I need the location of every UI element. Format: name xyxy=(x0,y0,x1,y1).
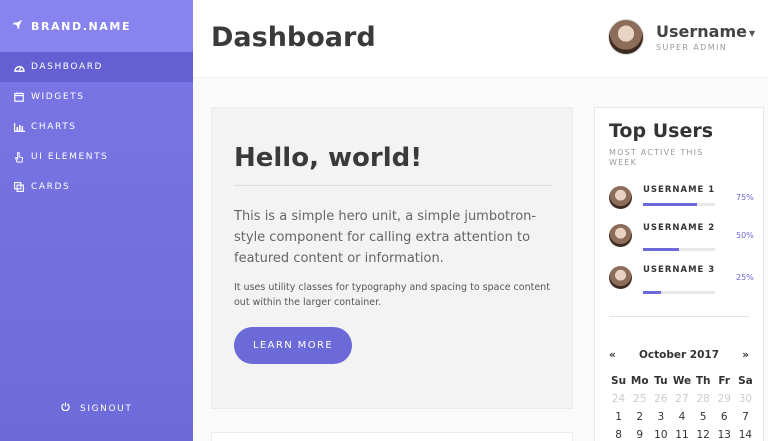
calendar-day[interactable]: 25 xyxy=(629,393,650,405)
sidebar-item-label: DASHBOARD xyxy=(31,62,104,72)
prev-month-button[interactable]: « xyxy=(609,349,616,361)
progress-bar xyxy=(643,203,715,206)
calendar-day[interactable]: 8 xyxy=(608,429,629,441)
divider xyxy=(234,185,552,186)
brand-name: BRAND.NAME xyxy=(31,19,132,33)
user-role: SUPER ADMIN xyxy=(656,43,728,52)
hero-jumbotron: Hello, world! This is a simple hero unit… xyxy=(211,107,573,409)
weekday-label: We xyxy=(672,375,692,387)
calendar-header: « October 2017 » xyxy=(609,349,749,361)
sidebar-item-dashboard[interactable]: DASHBOARD xyxy=(0,52,193,82)
calendar-icon xyxy=(12,92,26,102)
calendar-grid: Su Mo Tu We Th Fr Sa 24 25 26 27 28 29 30 1 2 3 4 5 6 7 8 9 10 1… xyxy=(608,375,756,441)
user-name: USERNAME 3 xyxy=(643,265,716,275)
avatar xyxy=(609,224,632,247)
progress-percent: 25% xyxy=(736,273,754,282)
weekday-label: Su xyxy=(611,375,627,387)
dashboard-icon xyxy=(12,63,26,72)
sidebar-item-widgets[interactable]: WIDGETS xyxy=(0,82,193,112)
user-meta: Username SUPER ADMIN xyxy=(656,22,747,52)
top-users-panel: Top Users MOST ACTIVE THIS WEEK USERNAME… xyxy=(594,107,764,441)
user-name: USERNAME 1 xyxy=(643,185,716,195)
calendar-day[interactable]: 11 xyxy=(671,429,692,441)
signout-label: SIGNOUT xyxy=(80,404,133,414)
sidebar-item-label: CHARTS xyxy=(31,122,77,132)
hero-text: It uses utility classes for typography a… xyxy=(234,282,550,308)
hand-pointer-icon xyxy=(12,151,26,163)
calendar-day[interactable]: 28 xyxy=(693,393,714,405)
top-header: Dashboard Username SUPER ADMIN ▼ xyxy=(193,0,768,78)
divider xyxy=(609,316,749,317)
progress-bar xyxy=(643,248,715,251)
calendar-day[interactable]: 1 xyxy=(608,411,629,423)
user-name: Username xyxy=(656,22,747,41)
sidebar-item-ui-elements[interactable]: UI ELEMENTS xyxy=(0,142,193,172)
weekday-label: Mo xyxy=(630,375,649,387)
sidebar-item-label: WIDGETS xyxy=(31,92,85,102)
signout-button[interactable]: SIGNOUT xyxy=(0,402,193,414)
weekday-label: Th xyxy=(695,375,711,387)
calendar-day[interactable]: 24 xyxy=(608,393,629,405)
brand[interactable]: BRAND.NAME xyxy=(0,0,193,52)
lower-card xyxy=(211,432,573,441)
panel-subtitle: MOST ACTIVE THIS WEEK xyxy=(609,148,704,167)
weekday-label: Fr xyxy=(718,375,731,387)
progress-bar xyxy=(643,291,715,294)
weekday-label: Sa xyxy=(738,375,753,387)
calendar-day[interactable]: 7 xyxy=(735,411,756,423)
calendar-day[interactable]: 3 xyxy=(650,411,671,423)
avatar xyxy=(609,266,632,289)
avatar xyxy=(609,186,632,209)
calendar-day[interactable]: 13 xyxy=(714,429,735,441)
hero-lead: This is a simple hero unit, a simple jum… xyxy=(234,209,537,266)
calendar-day[interactable]: 30 xyxy=(735,393,756,405)
calendar-month: October 2017 xyxy=(638,349,720,361)
power-icon xyxy=(60,402,74,414)
user-menu[interactable]: Username SUPER ADMIN ▼ xyxy=(608,19,755,55)
calendar-day[interactable]: 10 xyxy=(650,429,671,441)
sidebar-item-label: CARDS xyxy=(31,182,71,192)
calendar-day[interactable]: 14 xyxy=(735,429,756,441)
learn-more-button[interactable]: LEARN MORE xyxy=(234,327,352,364)
calendar-day[interactable]: 27 xyxy=(671,393,692,405)
user-name: USERNAME 2 xyxy=(643,223,716,233)
next-month-button[interactable]: » xyxy=(742,349,749,361)
calendar-day[interactable]: 29 xyxy=(714,393,735,405)
hero-title: Hello, world! xyxy=(234,143,423,173)
sidebar: BRAND.NAME DASHBOARD WIDGETS CHARTS UI E… xyxy=(0,0,193,441)
calendar-day[interactable]: 5 xyxy=(693,411,714,423)
sidebar-item-label: UI ELEMENTS xyxy=(31,152,109,162)
weekday-label: Tu xyxy=(654,375,668,387)
bar-chart-icon xyxy=(12,122,26,132)
page-title: Dashboard xyxy=(211,22,376,53)
progress-percent: 75% xyxy=(736,193,754,202)
calendar-day[interactable]: 26 xyxy=(650,393,671,405)
rocket-icon xyxy=(12,19,23,33)
progress-percent: 50% xyxy=(736,231,754,240)
sidebar-item-cards[interactable]: CARDS xyxy=(0,172,193,202)
calendar-day[interactable]: 9 xyxy=(629,429,650,441)
calendar-day[interactable]: 2 xyxy=(629,411,650,423)
panel-title: Top Users xyxy=(609,120,714,142)
caret-down-icon: ▼ xyxy=(749,29,756,38)
calendar-day[interactable]: 4 xyxy=(671,411,692,423)
calendar-day[interactable]: 12 xyxy=(693,429,714,441)
clone-icon xyxy=(12,182,26,192)
sidebar-item-charts[interactable]: CHARTS xyxy=(0,112,193,142)
calendar-day[interactable]: 6 xyxy=(714,411,735,423)
avatar xyxy=(608,19,644,55)
